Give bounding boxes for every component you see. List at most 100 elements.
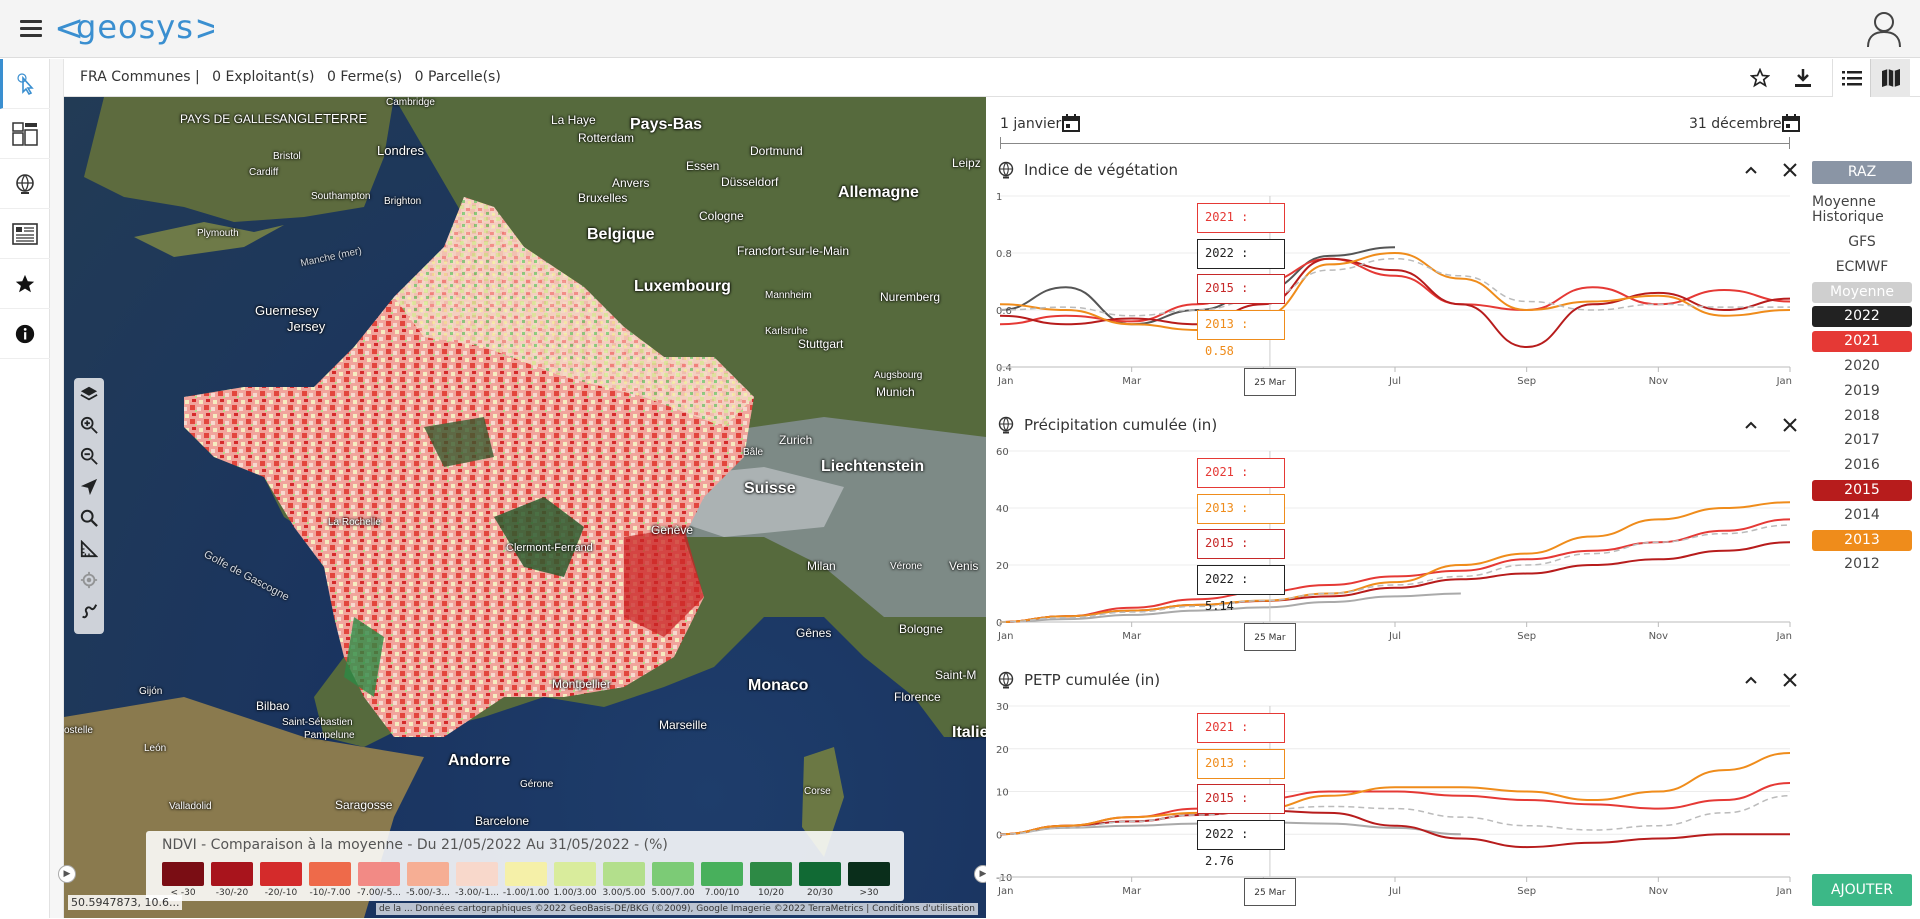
map-view-button[interactable] — [1870, 59, 1910, 97]
date-slider-end-handle[interactable] — [1789, 137, 1790, 149]
draw-button[interactable] — [74, 595, 104, 626]
svg-text:>: > — [194, 8, 214, 49]
draw-path-icon — [82, 603, 98, 618]
cursor-date-label: 25 Mar — [1243, 368, 1296, 396]
date-slider-track[interactable] — [1000, 143, 1790, 144]
measure-button[interactable] — [74, 533, 104, 564]
map-label: Rotterdam — [578, 131, 635, 145]
download-button[interactable] — [1791, 67, 1815, 89]
favorite-button[interactable] — [1748, 67, 1772, 89]
x-tick-label: Nov — [1649, 886, 1669, 897]
collapse-button[interactable] — [1743, 162, 1759, 178]
map-label: La Rochelle — [328, 517, 381, 528]
collapse-button[interactable] — [1743, 672, 1759, 688]
layers-button[interactable] — [74, 378, 104, 409]
year-toggle[interactable]: 2012 — [1812, 554, 1912, 575]
favorites-button[interactable] — [0, 259, 50, 309]
year-toggle[interactable]: 2013 — [1812, 529, 1912, 551]
year-toggle[interactable]: 2021 — [1812, 331, 1912, 353]
line-chart[interactable]: -100102030JanMarMayJulSepNovJan — [986, 698, 1800, 919]
reset-button[interactable]: RAZ — [1812, 161, 1912, 184]
legend-class-label: 7.00/10 — [704, 888, 740, 898]
y-tick-label: 0 — [996, 830, 1002, 841]
gps-button[interactable] — [74, 564, 104, 595]
legend-swatch — [505, 862, 547, 886]
legend-class-label: 5.00/7.00 — [651, 888, 695, 898]
dashboard-button[interactable] — [0, 109, 50, 159]
year-toggle[interactable]: 2018 — [1812, 406, 1912, 427]
map-label: La Haye — [551, 113, 596, 127]
y-tick-label: 0.8 — [996, 249, 1012, 260]
legend-class-label: -3.00/-1... — [455, 888, 499, 898]
x-tick-label: Mar — [1122, 886, 1142, 897]
left-edge-strip — [50, 59, 64, 918]
year-toggle[interactable]: 2020 — [1812, 356, 1912, 377]
start-date[interactable]: 1 janvier — [1000, 116, 1061, 132]
communes-label[interactable]: FRA Communes | — [80, 69, 200, 85]
year-toggle[interactable]: ECMWF — [1812, 257, 1912, 278]
report-icon — [12, 222, 38, 245]
map-label: Nuremberg — [880, 290, 941, 304]
legend-swatch — [309, 862, 351, 886]
line-chart[interactable]: 0.40.60.81JanMarMayJulSepNovJan — [986, 188, 1800, 409]
year-toggle[interactable]: 2016 — [1812, 455, 1912, 476]
navigation-arrow-icon — [80, 478, 98, 495]
map-label: Essen — [686, 159, 720, 173]
legend-class-label: -1.00/1.00 — [502, 888, 550, 898]
map-label: Bristol — [273, 151, 301, 162]
x-tick-label: Mar — [1122, 376, 1142, 387]
map-left-toggle[interactable]: ▶ — [58, 865, 76, 883]
year-toggle[interactable]: 2022 — [1812, 306, 1912, 328]
calendar-icon[interactable] — [1062, 114, 1080, 132]
close-button[interactable] — [1782, 672, 1798, 688]
globe-button[interactable] — [0, 159, 50, 209]
legend-swatch — [750, 862, 792, 886]
layers-icon — [80, 386, 98, 400]
legend-class-label: 3.00/5.00 — [602, 888, 646, 898]
select-tool-button[interactable] — [0, 59, 50, 109]
year-toggle[interactable]: 2019 — [1812, 381, 1912, 402]
zoom-in-button[interactable] — [74, 409, 104, 440]
close-button[interactable] — [1782, 162, 1798, 178]
selection-summary: FRA Communes | 0 Exploitant(s) 0 Ferme(s… — [80, 69, 509, 85]
date-slider-start-handle[interactable] — [1000, 137, 1001, 149]
map-label: Brighton — [384, 196, 422, 207]
map-label: Pays-Bas — [630, 116, 703, 133]
close-icon — [1783, 163, 1797, 177]
top-bar: < geosys > — [0, 0, 1920, 58]
menu-icon[interactable] — [20, 20, 42, 38]
year-toggle[interactable]: Moyenne — [1812, 281, 1912, 303]
legend-swatch — [162, 862, 204, 886]
map-label: Augsbourg — [874, 370, 923, 381]
end-date[interactable]: 31 décembre — [1689, 116, 1782, 132]
map-label: Saint-Sébastien — [282, 717, 353, 728]
ruler-icon — [80, 539, 98, 557]
map-attribution[interactable]: de la ... Données cartographiques ©2022 … — [376, 903, 978, 915]
y-tick-label: 20 — [996, 745, 1009, 756]
year-toggle[interactable]: 2017 — [1812, 430, 1912, 451]
selection-bar: FRA Communes | 0 Exploitant(s) 0 Ferme(s… — [64, 59, 1920, 97]
locate-button[interactable] — [74, 471, 104, 502]
map-label: Montpellier — [552, 677, 611, 691]
close-button[interactable] — [1782, 417, 1798, 433]
map-view[interactable]: PAYS DE GALLES ANGLETERRE Cambridge Lond… — [64, 97, 986, 918]
star-outline-icon — [1750, 68, 1770, 88]
user-account-icon[interactable] — [1864, 9, 1904, 49]
collapse-button[interactable] — [1743, 417, 1759, 433]
zoom-out-button[interactable] — [74, 440, 104, 471]
info-button[interactable] — [0, 309, 50, 359]
add-button[interactable]: AJOUTER — [1812, 874, 1912, 906]
year-toggle[interactable]: GFS — [1812, 232, 1912, 253]
x-tick-label: Jan — [1776, 886, 1792, 897]
calendar-icon[interactable] — [1782, 114, 1800, 132]
year-toggle[interactable]: 2014 — [1812, 505, 1912, 526]
report-button[interactable] — [0, 209, 50, 259]
map-label: Venis — [949, 559, 979, 573]
year-toggle[interactable]: 2015 — [1812, 480, 1912, 501]
series-tooltip: 2022 : 5.14 — [1197, 564, 1285, 613]
legend-title: NDVI - Comparaison à la moyenne - Du 21/… — [162, 837, 668, 853]
map-label: Francfort-sur-le-Main — [737, 244, 850, 258]
line-chart[interactable]: 0204060JanMarMayJulSepNovJan — [986, 443, 1800, 664]
search-map-button[interactable] — [74, 502, 104, 533]
list-view-button[interactable] — [1832, 59, 1870, 97]
